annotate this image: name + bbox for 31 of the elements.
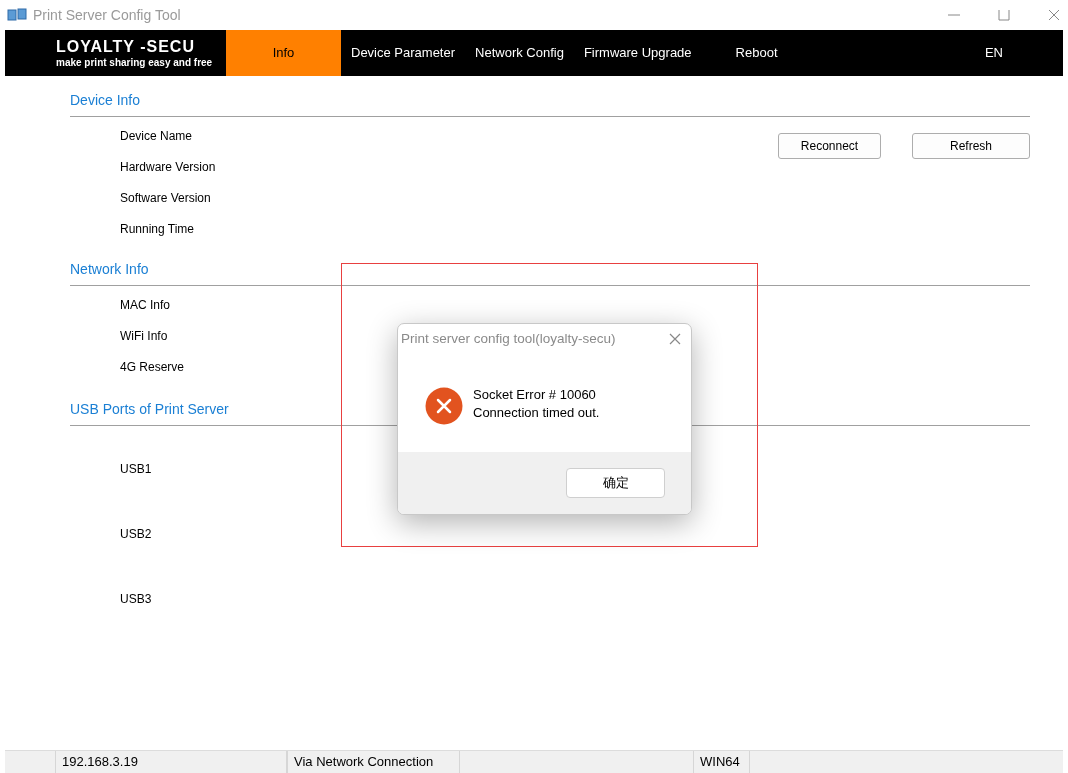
nav-tab[interactable]: Info xyxy=(226,30,341,76)
field-label: Hardware Version xyxy=(120,159,216,176)
error-message: Socket Error # 10060 xyxy=(473,386,597,404)
language-selector[interactable]: EN xyxy=(984,43,1003,63)
section-heading: Network Info xyxy=(70,261,149,277)
brand-tagline: make print sharing easy and free xyxy=(56,55,214,69)
status-text: Via Network Connection xyxy=(287,751,460,773)
field-label: Device Name xyxy=(120,128,193,145)
field-label: Software Version xyxy=(120,190,211,207)
section-heading: USB Ports of Print Server xyxy=(70,401,229,417)
section-heading: Device Info xyxy=(70,92,141,108)
field-label: MAC Info xyxy=(120,297,170,314)
field-label: USB1 xyxy=(120,460,152,478)
window-title: Print Server Config Tool xyxy=(33,5,181,25)
field-label: USB3 xyxy=(120,590,152,608)
status-text: WIN64 xyxy=(693,751,750,773)
error-message: Connection timed out. xyxy=(473,404,600,422)
action-button[interactable]: Reconnect xyxy=(778,133,881,159)
close-icon[interactable] xyxy=(1048,9,1060,21)
close-icon[interactable] xyxy=(669,333,681,345)
field-label: 4G Reserve xyxy=(120,359,185,376)
confirm-button[interactable]: 确定 xyxy=(566,468,665,498)
status-text: 192.168.3.19 xyxy=(55,751,287,773)
field-label: USB2 xyxy=(120,525,152,543)
error-icon xyxy=(425,387,463,425)
dialog-title: Print server config tool(loyalty-secu) xyxy=(401,329,616,348)
field-label: Running Time xyxy=(120,221,195,238)
brand-logo: LOYALTY -SECU xyxy=(56,37,196,56)
action-button[interactable]: Refresh xyxy=(912,133,1030,159)
field-label: WiFi Info xyxy=(120,328,168,345)
app-icon xyxy=(7,8,27,22)
